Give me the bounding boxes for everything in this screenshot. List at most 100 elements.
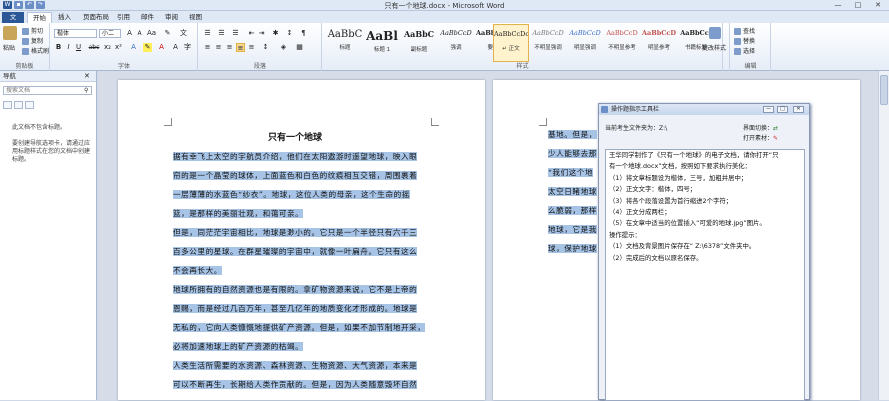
shrink-font-icon[interactable]: A <box>135 29 144 38</box>
instruction-line: （1）文档及背景图片保存在“ Z:\6378”文件夹中。 <box>609 242 756 251</box>
text-line: 可以不断再生，长期给人类作贡献的。但是，因为人类随意毁坏自然 <box>173 380 418 389</box>
distributed-icon[interactable]: ≡ <box>247 43 256 52</box>
tab-insert[interactable]: 插入 <box>53 12 76 23</box>
tab-view[interactable]: 视图 <box>184 12 207 23</box>
instruction-line: （1）将文章标题设为楷体，三号，加粗并居中； <box>609 173 748 182</box>
text-line: 必将加速地球上的矿产资源的枯竭。 <box>173 342 304 351</box>
panel-restore-button[interactable]: □ <box>777 106 788 113</box>
underline-button[interactable]: U <box>74 43 83 52</box>
grow-font-icon[interactable]: A <box>125 29 134 38</box>
tab-review[interactable]: 审阅 <box>160 12 183 23</box>
font-name-combo[interactable]: 楷体 <box>54 29 97 38</box>
paragraph-3[interactable]: 地球所拥有的自然资源也是有限的。拿矿物资源来说，它不是上帝的 恩赐，而是经过几百… <box>173 280 426 356</box>
nav-no-headings-message: 此文档不包含标题。 <box>12 124 67 131</box>
instruction-line: 操作提示： <box>609 230 641 239</box>
paragraph-4[interactable]: 人类生活所需要的水资源、森林资源、生物资源、大气资源，本来是 可以不断再生，长期… <box>173 356 418 394</box>
style-heading-1[interactable]: AaBl 标题 1 <box>364 24 400 62</box>
change-case-icon[interactable]: Aa <box>147 29 156 38</box>
phonetic-guide-icon[interactable]: 文 <box>179 29 188 38</box>
shading-icon[interactable]: ◈ <box>279 43 288 52</box>
find-button[interactable]: 查找 <box>734 26 755 35</box>
bold-button[interactable]: B <box>54 43 63 52</box>
borders-icon[interactable]: ▦ <box>295 43 304 52</box>
superscript-button[interactable]: x² <box>114 43 123 52</box>
chinese-layout-icon[interactable]: ✱ <box>271 29 280 38</box>
switch-icon[interactable]: ⇄ <box>773 125 778 132</box>
replace-button[interactable]: 替换 <box>734 36 755 45</box>
cut-button[interactable]: 剪切 <box>22 26 43 35</box>
paste-icon[interactable] <box>3 26 17 40</box>
style-normal[interactable]: AaBbCcDc ↵ 正文 <box>493 24 529 62</box>
style-subtle-emphasis[interactable]: AaBbCcD 不明显强调 <box>530 24 566 62</box>
page-2-text[interactable]: 基地。但是， 少人能够去那 “我们这个地 太空日睹地球 么脆弱，那样 地球，它是… <box>548 125 597 258</box>
style-intense-emphasis[interactable]: AaBbCcD 明显强调 <box>567 24 603 62</box>
text-line: 地球，它是我 <box>548 225 597 234</box>
select-button[interactable]: 选择 <box>734 46 755 55</box>
align-center-icon[interactable]: ≡ <box>214 43 223 52</box>
tab-page-layout[interactable]: 页面布局 <box>78 12 114 23</box>
decrease-indent-icon[interactable]: ⇤ <box>247 29 256 38</box>
multilevel-list-icon[interactable]: ☰ <box>231 29 240 38</box>
close-button[interactable]: ✕ <box>869 0 887 10</box>
bullets-icon[interactable]: ☰ <box>203 29 212 38</box>
open-material[interactable]: 打开素材：✎ <box>743 133 778 142</box>
style-title[interactable]: AaBbC 标题 <box>327 24 363 62</box>
search-icon[interactable]: ⚲ <box>84 87 88 94</box>
copy-button[interactable]: 复制 <box>22 36 43 45</box>
style-intense-reference[interactable]: AaBbCcD 明显参考 <box>641 24 677 62</box>
justify-icon[interactable]: ≡ <box>236 43 245 52</box>
interface-switch[interactable]: 界面切换：⇄ <box>743 123 778 132</box>
maximize-button[interactable]: □ <box>849 0 867 10</box>
close-nav-icon[interactable]: ✕ <box>84 72 90 80</box>
tab-file[interactable]: 文件 <box>2 12 24 32</box>
scrollbar-thumb[interactable] <box>880 75 888 105</box>
italic-button[interactable]: I <box>64 43 73 52</box>
enclose-char-icon[interactable]: 字 <box>183 43 192 52</box>
instruction-panel: 操作题指示工具栏 — □ ✕ 当前考生文件夹为：Z:\ 界面切换：⇄ 打开素材：… <box>598 103 810 401</box>
ribbon: 粘贴 剪切 复制 格式刷 剪贴板 楷体 小二 A A Aa ✎ 文 B I U … <box>0 23 889 71</box>
tab-mailings[interactable]: 邮件 <box>136 12 159 23</box>
format-painter-button[interactable]: 格式刷 <box>22 46 49 55</box>
highlight-icon[interactable]: ✎ <box>143 43 152 52</box>
text-effects-icon[interactable]: A <box>129 43 138 52</box>
minimize-button[interactable]: — <box>829 0 847 10</box>
style-subtitle[interactable]: AaBbC 副标题 <box>401 24 437 62</box>
show-marks-icon[interactable]: ¶ <box>299 29 308 38</box>
line-spacing-icon[interactable]: ↕ <box>261 43 270 52</box>
results-view-icon[interactable] <box>25 101 34 109</box>
instruction-line: （4）正文分成两栏； <box>609 208 671 217</box>
pages-view-icon[interactable] <box>14 101 23 109</box>
vertical-scrollbar[interactable] <box>878 71 889 400</box>
font-size-combo[interactable]: 小二 <box>99 29 121 38</box>
text-line: 少人能够去那 <box>548 149 597 158</box>
subscript-button[interactable]: x₂ <box>103 43 112 52</box>
text-line: 帘的是一个晶莹的球体，上面蓝色和白色的纹痕相互交错，周围裹着 <box>173 171 418 180</box>
document-title[interactable]: 只有一个地球 <box>268 130 322 143</box>
paste-button[interactable]: 粘贴 <box>3 43 15 52</box>
style-emphasis[interactable]: AaBbCcD 强调 <box>438 24 474 62</box>
headings-view-icon[interactable] <box>3 101 12 109</box>
nav-search-input[interactable]: 搜索文档 <box>3 86 92 95</box>
tab-home[interactable]: 开始 <box>27 12 52 23</box>
document-page-1[interactable]: 只有一个地球 据有幸飞上太空的宇航员介绍，他们在太阳遨游时遥望地球，映入眼 帘的… <box>118 80 485 400</box>
font-color-button[interactable]: A <box>157 43 166 52</box>
copy-icon <box>22 38 29 45</box>
paragraph-1[interactable]: 据有幸飞上太空的宇航员介绍，他们在太阳遨游时遥望地球，映入眼 帘的是一个晶莹的球… <box>173 147 418 223</box>
change-styles-icon[interactable] <box>709 27 721 39</box>
tab-references[interactable]: 引用 <box>112 12 135 23</box>
panel-minimize-button[interactable]: — <box>763 106 774 113</box>
char-shading-icon[interactable]: A <box>171 43 180 52</box>
instruction-text-box[interactable]: 王华同学制作了《只有一个地球》的电子文档，请你打开“只 有一个地球.docx”文… <box>605 149 805 401</box>
strikethrough-button[interactable]: abc <box>87 43 101 52</box>
align-right-icon[interactable]: ≡ <box>225 43 234 52</box>
numbering-icon[interactable]: ☰ <box>217 29 226 38</box>
panel-close-button[interactable]: ✕ <box>793 106 804 113</box>
align-left-icon[interactable]: ≡ <box>203 43 212 52</box>
paragraph-2[interactable]: 但是，同茫茫宇宙相比，地球是渺小的。它只是一个半径只有六千三 百多公里的星球。在… <box>173 223 418 280</box>
style-subtle-reference[interactable]: AaBbCcD 不明显参考 <box>604 24 640 62</box>
clear-format-icon[interactable]: ✎ <box>163 29 172 38</box>
change-styles-button[interactable]: 更改样式 <box>702 43 726 52</box>
sort-icon[interactable]: ↕ <box>285 29 294 38</box>
increase-indent-icon[interactable]: ⇥ <box>257 29 266 38</box>
open-material-icon[interactable]: ✎ <box>773 135 778 142</box>
